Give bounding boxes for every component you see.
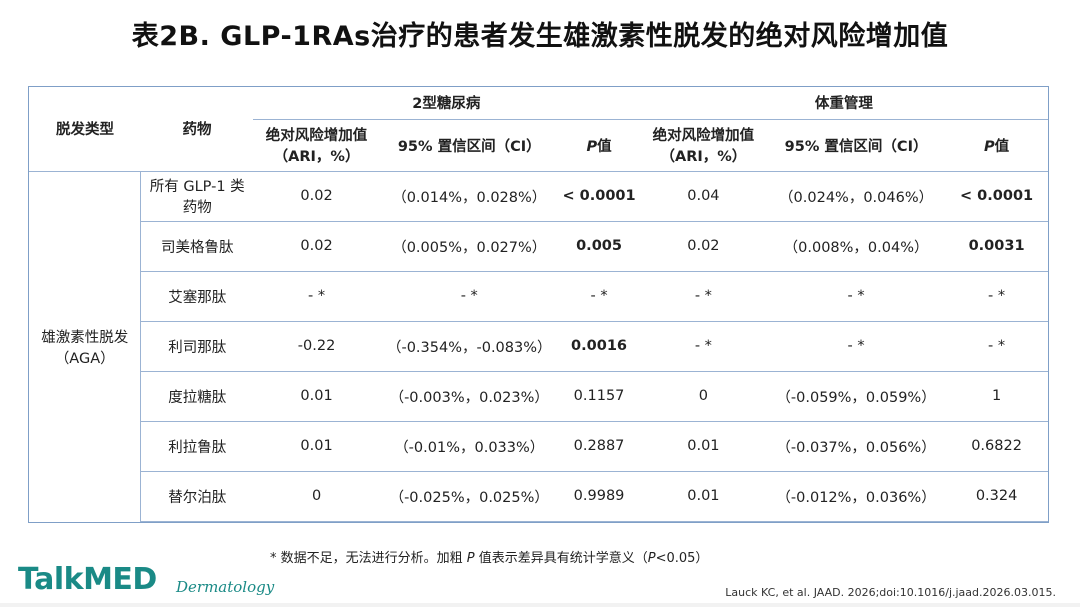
- cell-t2-ci: - *: [380, 271, 559, 322]
- cell-w-ci: （-0.037%，0.056%）: [767, 421, 946, 472]
- footnote-part-3: <0.05）: [655, 551, 709, 566]
- bottom-divider: [0, 603, 1080, 607]
- cell-drug: 利司那肽: [140, 321, 253, 372]
- cell-drug-line-1: 替尔泊肽: [168, 489, 227, 506]
- header-p-italic: P: [586, 138, 598, 155]
- cell-w-p: < 0.0001: [945, 171, 1048, 222]
- cell-t2-p: - *: [558, 271, 640, 322]
- cell-drug: 利拉鲁肽: [140, 421, 253, 472]
- cell-w-p: - *: [945, 271, 1048, 322]
- cell-t2-ari: - *: [252, 271, 381, 322]
- table-row: 利司那肽 -0.22 （-0.354%，-0.083%） 0.0016- * - * - …: [29, 321, 1048, 372]
- cell-t2-ci: （0.014%，0.028%）: [380, 171, 559, 222]
- cell-w-ari: 0.01: [639, 471, 767, 523]
- cell-w-p: 0.0031: [945, 221, 1048, 272]
- cell-drug-line-1: 所有 GLP-1 类: [149, 179, 245, 196]
- header-t2d-ci: 95% 置信区间（CI）: [380, 118, 559, 172]
- cell-w-ci: （-0.059%，0.059%）: [767, 371, 946, 422]
- table-row: 利拉鲁肽 0.01 （-0.01%，0.033%） 0.2887 0.01 （-0.037…: [29, 421, 1048, 472]
- header-weight-p: P值: [945, 118, 1048, 172]
- cell-t2-p: < 0.0001: [558, 171, 640, 222]
- cell-t2-ari: 0: [252, 471, 381, 523]
- cell-w-p: 1: [945, 371, 1048, 422]
- header-t2d-ari: 绝对风险增加值 （ARI，%）: [252, 118, 381, 172]
- header-weight-ari: 绝对风险增加值 （ARI，%）: [639, 118, 767, 172]
- cell-t2-ari: -0.22: [252, 321, 381, 372]
- cell-w-ci: （0.024%，0.046%）: [767, 171, 946, 222]
- footnote-part-1: * 数据不足，无法进行分析。加粗: [270, 551, 467, 566]
- cell-w-p: 0.6822: [945, 421, 1048, 472]
- header-weight-ci: 95% 置信区间（CI）: [767, 118, 946, 172]
- cell-drug: 度拉糖肽: [140, 371, 253, 422]
- cell-t2-p: 0.0016: [558, 321, 640, 372]
- cell-t2-p: 0.9989: [558, 471, 640, 523]
- cell-w-ari: 0.01: [639, 421, 767, 472]
- header-group-t2d: 2型糖尿病: [412, 96, 481, 113]
- cell-t2-ci: （-0.354%，-0.083%）: [380, 321, 559, 372]
- header-p-italic: P: [984, 138, 995, 155]
- cell-drug-line-1: 司美格鲁肽: [160, 239, 234, 256]
- cell-t2-ari: 0.01: [252, 421, 381, 472]
- table-row: 替尔泊肽 0 （-0.025%，0.025%） 0.9989 0.01 （-0.012%，…: [29, 471, 1048, 523]
- cell-t2-ci: （0.005%，0.027%）: [380, 221, 559, 272]
- cell-w-ci: （-0.012%，0.036%）: [767, 471, 946, 523]
- table-row: 司美格鲁肽 0.02 （0.005%，0.027%） 0.005 0.02 （0.008%…: [29, 221, 1048, 272]
- row-group-label-2: （AGA）: [54, 350, 115, 367]
- cell-t2-ci: （-0.025%，0.025%）: [380, 471, 559, 523]
- header-group-weight: 体重管理: [814, 96, 873, 113]
- header-ari-label: 绝对风险增加值: [265, 128, 368, 145]
- cell-t2-ari: 0.02: [252, 171, 381, 222]
- page-title: 表2B. GLP-1RAs治疗的患者发生雄激素性脱发的绝对风险增加值: [131, 21, 949, 52]
- cell-w-ari: 0.02: [639, 221, 767, 272]
- cell-drug-line-1: 利拉鲁肽: [168, 439, 227, 456]
- table-row: 度拉糖肽 0.01 （-0.003%，0.023%） 0.1157 0 （-0.059%，…: [29, 371, 1048, 422]
- cell-drug-line-1: 艾塞那肽: [168, 289, 227, 306]
- cell-w-ci: （0.008%，0.04%）: [767, 221, 946, 272]
- cell-t2-p: 0.005: [558, 221, 640, 272]
- cell-t2-ari: 0.02: [252, 221, 381, 272]
- cell-w-ari: - *: [639, 321, 767, 372]
- risk-table: 脱发类型 药物 2型糖尿病 体重管理 绝对风险增加值 （ARI，%） 95% 置…: [28, 86, 1049, 523]
- cell-drug: 替尔泊肽: [140, 471, 253, 523]
- footnote-p-italic: P: [466, 551, 475, 566]
- header-p-suffix: 值: [597, 138, 612, 155]
- table-row: 艾塞那肽 - * - * - * - * - * - *: [29, 271, 1048, 322]
- header-ari-unit: （ARI，%）: [660, 149, 747, 166]
- cell-w-ari: - *: [639, 271, 767, 322]
- cell-t2-ci: （-0.01%，0.033%）: [380, 421, 559, 472]
- cell-t2-ci: （-0.003%，0.023%）: [380, 371, 559, 422]
- header-t2d-p: P值: [558, 118, 640, 172]
- cell-drug-line-1: 利司那肽: [168, 339, 227, 356]
- header-ari-label: 绝对风险增加值: [652, 128, 755, 145]
- talkmed-logo: TalkMED: [18, 562, 157, 597]
- cell-w-p: 0.324: [945, 471, 1048, 523]
- cell-w-ari: 0: [639, 371, 767, 422]
- cell-w-ci: - *: [767, 271, 946, 322]
- header-ari-unit: （ARI，%）: [273, 149, 360, 166]
- table-row: 雄激素性脱发 （AGA） 所有 GLP-1 类药物 0.02 （0.014%，0.028…: [29, 171, 1048, 522]
- cell-w-ci: - *: [767, 321, 946, 372]
- footnote-part-2: 值表示差异具有统计学意义（: [474, 551, 648, 566]
- cell-drug: 司美格鲁肽: [140, 221, 253, 272]
- dermatology-logo-text: Dermatology: [176, 578, 275, 596]
- cell-t2-ari: 0.01: [252, 371, 381, 422]
- footnote: * 数据不足，无法进行分析。加粗 P 值表示差异具有统计学意义（P<0.05）: [270, 547, 708, 566]
- risk-table-grid: 脱发类型 药物 2型糖尿病 体重管理 绝对风险增加值 （ARI，%） 95% 置…: [29, 87, 1048, 523]
- row-group-aga: 雄激素性脱发 （AGA）: [29, 171, 142, 522]
- cell-drug: 艾塞那肽: [140, 271, 253, 322]
- row-group-label-1: 雄激素性脱发: [41, 329, 129, 346]
- cell-w-ari: 0.04: [639, 171, 767, 222]
- cell-drug-line-1: 度拉糖肽: [168, 389, 227, 406]
- footnote-p2-italic: P: [647, 551, 656, 566]
- header-drug: 药物: [140, 87, 253, 172]
- header-p-suffix: 值: [994, 138, 1010, 155]
- cell-drug: 所有 GLP-1 类药物: [140, 171, 253, 222]
- header-hair-type: 脱发类型: [29, 87, 141, 172]
- cell-drug-line-2: 药物: [182, 200, 212, 217]
- cell-t2-p: 0.2887: [558, 421, 640, 472]
- citation: Lauck KC, et al. JAAD. 2026;doi:10.1016/…: [725, 586, 1056, 599]
- cell-w-p: - *: [945, 321, 1048, 372]
- table-body: 雄激素性脱发 （AGA） 所有 GLP-1 类药物 0.02 （0.014%，0.028…: [29, 171, 1048, 523]
- cell-t2-p: 0.1157: [558, 371, 640, 422]
